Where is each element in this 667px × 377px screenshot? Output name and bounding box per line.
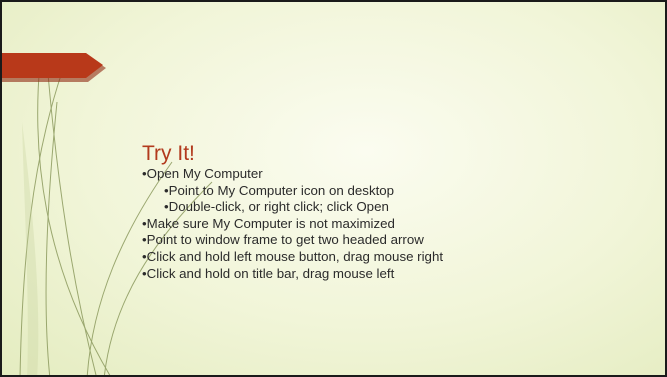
- bullet-text: Click and hold left mouse button, drag m…: [146, 248, 444, 264]
- bullet-text: Point to My Computer icon on desktop: [168, 182, 395, 198]
- bullet-item: •Click and hold left mouse button, drag …: [142, 249, 542, 266]
- bullet-text: Point to window frame to get two headed …: [146, 232, 424, 248]
- slide-content: Try It! •Open My Computer •Point to My C…: [142, 143, 642, 282]
- bullet-item: •Make sure My Computer is not maximized: [142, 216, 642, 233]
- bullet-item: •Point to window frame to get two headed…: [142, 232, 642, 249]
- bullet-item: •Click and hold on title bar, drag mouse…: [142, 266, 642, 283]
- bullet-text: Make sure My Computer is not maximized: [146, 215, 395, 231]
- bullet-text: Double-click, or right click; click Open: [168, 199, 389, 215]
- slide-title: Try It!: [142, 142, 195, 165]
- slide: Try It! •Open My Computer •Point to My C…: [0, 0, 667, 377]
- banner-shape: [2, 53, 103, 78]
- bullet-item: •Open My Computer: [142, 166, 642, 183]
- bullet-text: Click and hold on title bar, drag mouse …: [146, 265, 395, 281]
- sub-bullet-item: •Double-click, or right click; click Ope…: [142, 199, 642, 216]
- bullet-text: Open My Computer: [146, 166, 263, 181]
- sub-bullet-item: •Point to My Computer icon on desktop: [142, 183, 642, 200]
